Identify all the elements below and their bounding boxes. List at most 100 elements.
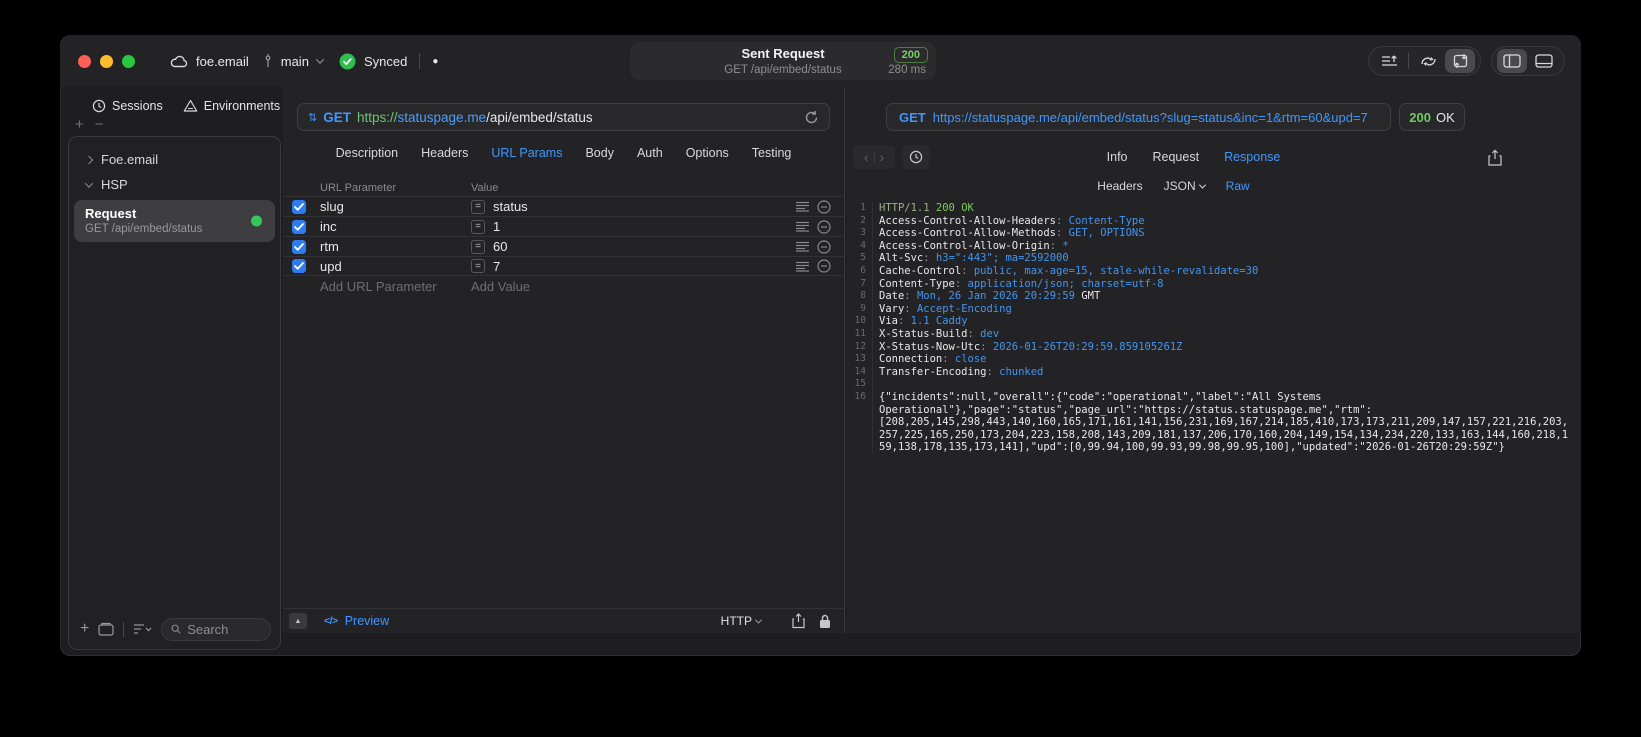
param-checkbox[interactable] bbox=[292, 239, 306, 254]
response-subtab-json[interactable]: JSON bbox=[1164, 179, 1206, 193]
tree-item-request-selected[interactable]: Request GET /api/embed/status bbox=[74, 200, 275, 242]
add-session-button[interactable]: + bbox=[75, 117, 84, 134]
response-line: 9 Vary: Accept-Encoding bbox=[846, 302, 1581, 316]
add-param-row[interactable]: Add URL Parameter Add Value bbox=[283, 276, 844, 297]
response-subtab-headers[interactable]: Headers bbox=[1097, 179, 1142, 193]
toggle-bottom-panel-icon[interactable] bbox=[1529, 49, 1559, 73]
branch-chevron-icon[interactable] bbox=[315, 55, 325, 64]
tab-auth[interactable]: Auth bbox=[637, 146, 663, 166]
text-options-icon[interactable] bbox=[796, 241, 809, 252]
param-name[interactable]: upd bbox=[313, 259, 471, 274]
search-input[interactable] bbox=[187, 621, 261, 637]
diff-swap-icon[interactable] bbox=[1413, 49, 1443, 73]
response-tab-info[interactable]: Info bbox=[1107, 150, 1128, 164]
tab-description[interactable]: Description bbox=[336, 146, 399, 166]
lock-icon[interactable] bbox=[819, 614, 831, 629]
method-dropdown-icon[interactable]: ⇅ bbox=[308, 111, 317, 124]
params-rows: slug = status inc = 1 rtm = 60 upd = 7 bbox=[283, 196, 844, 276]
equals-icon: = bbox=[471, 199, 485, 214]
remove-param-icon[interactable] bbox=[817, 219, 831, 234]
minimize-button[interactable] bbox=[100, 55, 113, 68]
close-button[interactable] bbox=[78, 55, 91, 68]
text-options-icon[interactable] bbox=[796, 261, 809, 272]
toolbar-divider bbox=[1408, 53, 1409, 69]
equals-icon: = bbox=[471, 239, 485, 254]
tree-group-foe-email[interactable]: Foe.email bbox=[69, 147, 280, 172]
collapse-panel-button[interactable]: ▲ bbox=[289, 613, 307, 629]
branch-name[interactable]: main bbox=[281, 54, 309, 69]
new-group-icon[interactable] bbox=[98, 622, 114, 636]
resend-icon[interactable] bbox=[804, 110, 819, 125]
tree-group-hsp[interactable]: HSP bbox=[69, 172, 280, 197]
param-checkbox[interactable] bbox=[292, 199, 306, 214]
add-param-name[interactable]: Add URL Parameter bbox=[313, 279, 471, 294]
column-header: URL Parameter bbox=[320, 181, 397, 194]
response-tab-response[interactable]: Response bbox=[1224, 150, 1280, 164]
param-name[interactable]: rtm bbox=[313, 239, 471, 254]
add-request-button[interactable]: + bbox=[80, 621, 89, 637]
unsaved-dot-icon: ● bbox=[432, 55, 439, 67]
sidebar-search[interactable] bbox=[161, 617, 271, 641]
response-tab-request[interactable]: Request bbox=[1153, 150, 1200, 164]
sync-status[interactable]: Synced bbox=[364, 54, 407, 69]
param-name[interactable]: inc bbox=[313, 219, 471, 234]
line-number: 7 bbox=[846, 277, 873, 291]
param-checkbox[interactable] bbox=[292, 259, 306, 273]
param-row[interactable]: rtm = 60 bbox=[283, 236, 844, 256]
param-value[interactable]: 1 bbox=[493, 219, 500, 234]
app-window: foe.email main Synced ● Sent Request 200… bbox=[60, 35, 1581, 656]
export-response-icon[interactable] bbox=[1488, 148, 1502, 166]
protocol-select[interactable]: HTTP bbox=[721, 614, 763, 628]
request-tabs: Description Headers URL Params Body Auth Opti… bbox=[283, 146, 844, 166]
param-value[interactable]: status bbox=[493, 199, 528, 214]
line-content: X-Status-Build: dev bbox=[879, 327, 1000, 340]
param-name[interactable]: slug bbox=[313, 199, 471, 214]
response-subtab-raw[interactable]: Raw bbox=[1226, 179, 1250, 193]
param-value[interactable]: 60 bbox=[493, 239, 507, 254]
sent-request-summary[interactable]: Sent Request 200 GET /api/embed/status 2… bbox=[630, 42, 936, 80]
request-url[interactable]: https://statuspage.me/api/embed/status bbox=[357, 110, 593, 125]
toolbar-group-layout bbox=[1491, 46, 1565, 76]
request-item-subtitle: GET /api/embed/status bbox=[85, 223, 203, 235]
tab-testing[interactable]: Testing bbox=[752, 146, 792, 166]
check-icon bbox=[294, 262, 304, 270]
tab-options[interactable]: Options bbox=[686, 146, 729, 166]
zoom-button[interactable] bbox=[122, 55, 135, 68]
remove-param-icon[interactable] bbox=[817, 199, 831, 214]
tab-headers[interactable]: Headers bbox=[421, 146, 468, 166]
remove-param-icon[interactable] bbox=[817, 259, 831, 273]
response-raw[interactable]: 1 HTTP/1.1 200 OK 2 Access-Control-Allow-He… bbox=[846, 202, 1581, 454]
toggle-sidebar-icon[interactable] bbox=[1497, 49, 1527, 73]
text-options-icon[interactable] bbox=[796, 221, 809, 232]
param-row[interactable]: inc = 1 bbox=[283, 216, 844, 236]
request-pane: ⇅ GET https://statuspage.me/api/embed/st… bbox=[283, 87, 845, 633]
add-param-value[interactable]: Add Value bbox=[471, 279, 786, 294]
share-request-icon[interactable] bbox=[792, 613, 805, 629]
sidebar-tab-sessions[interactable]: Sessions bbox=[92, 99, 163, 113]
param-checkbox[interactable] bbox=[292, 219, 306, 234]
text-options-icon[interactable] bbox=[796, 201, 809, 212]
line-number: 5 bbox=[846, 252, 873, 265]
environments-icon bbox=[183, 99, 198, 112]
request-url-bar[interactable]: ⇅ GET https://statuspage.me/api/embed/st… bbox=[297, 103, 830, 131]
response-request-line[interactable]: GET https://statuspage.me/api/embed/stat… bbox=[886, 103, 1391, 131]
request-queue-icon[interactable] bbox=[1374, 49, 1404, 73]
param-row[interactable]: upd = 7 bbox=[283, 256, 844, 276]
sidebar-tab-environments[interactable]: Environments bbox=[183, 99, 280, 113]
param-value[interactable]: 7 bbox=[493, 259, 500, 274]
param-row[interactable]: slug = status bbox=[283, 196, 844, 216]
line-number: 3 bbox=[846, 227, 873, 240]
line-content: Content-Type: application/json; charset=… bbox=[879, 277, 1164, 290]
remove-session-button[interactable]: − bbox=[95, 117, 104, 134]
response-line: 4 Access-Control-Allow-Origin: * bbox=[846, 239, 1581, 253]
sort-list-icon[interactable] bbox=[133, 623, 152, 635]
tree-group-label: HSP bbox=[101, 177, 128, 192]
response-line: 1 HTTP/1.1 200 OK bbox=[846, 202, 1581, 215]
workspace-name[interactable]: foe.email bbox=[196, 54, 249, 69]
request-method[interactable]: GET bbox=[323, 110, 351, 125]
tab-url-params[interactable]: URL Params bbox=[491, 146, 562, 166]
remove-param-icon[interactable] bbox=[817, 239, 831, 254]
tab-body[interactable]: Body bbox=[585, 146, 614, 166]
import-export-icon[interactable] bbox=[1445, 49, 1475, 73]
preview-button[interactable]: </> Preview bbox=[324, 614, 389, 628]
